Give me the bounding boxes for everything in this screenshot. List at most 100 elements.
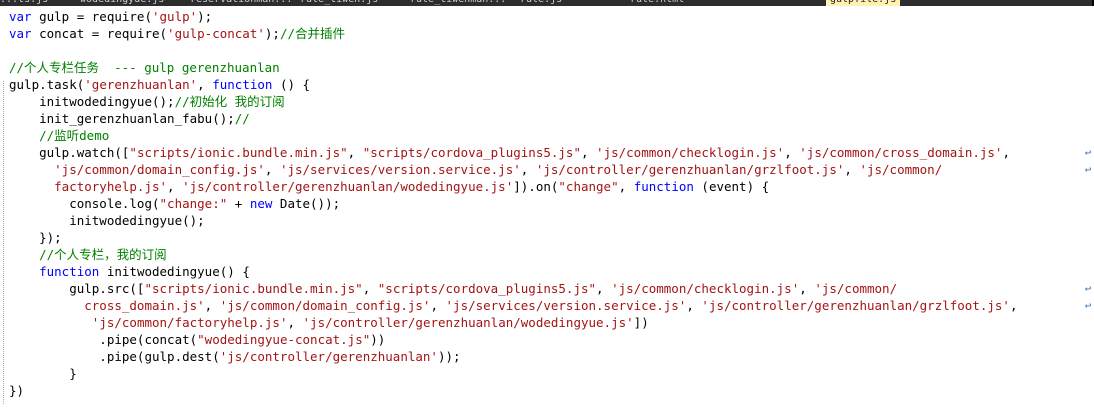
code-token: , bbox=[197, 77, 213, 92]
code-line[interactable]: //监听demo bbox=[9, 127, 109, 144]
code-line[interactable]: init_gerenzhuanlan_fabu();// bbox=[9, 110, 250, 127]
code-token: var bbox=[9, 26, 32, 41]
code-token: , bbox=[204, 298, 220, 313]
code-token: gulp.task( bbox=[9, 77, 85, 92]
code-token: function bbox=[39, 264, 100, 279]
code-line[interactable]: cross_domain.js', 'js/common/domain_conf… bbox=[9, 297, 1018, 314]
code-token: gulp.src([ bbox=[9, 281, 145, 296]
code-line[interactable]: 'js/common/domain_config.js', 'js/servic… bbox=[9, 161, 942, 178]
code-token: , bbox=[580, 145, 597, 160]
code-token: gulp = require( bbox=[31, 9, 152, 24]
code-token: //个人专栏，我的订阅 bbox=[9, 247, 167, 262]
code-token: initwodedingyue() { bbox=[99, 264, 250, 279]
code-line[interactable]: //个人专栏任务 --- gulp gerenzhuanlan bbox=[9, 59, 280, 76]
code-line[interactable]: .pipe(gulp.dest('js/controller/gerenzhua… bbox=[9, 348, 461, 365]
code-token: , bbox=[618, 179, 634, 194]
code-token: 'gerenzhuanlan' bbox=[84, 77, 198, 92]
code-token: 'js/controller/gerenzhuanlan/wodedingyue… bbox=[302, 315, 634, 330]
code-line[interactable]: function initwodedingyue() { bbox=[9, 263, 250, 280]
code-token: 'js/common/domain_config.js' bbox=[219, 298, 431, 313]
code-line[interactable]: factoryhelp.js', 'js/controller/gerenzhu… bbox=[9, 178, 769, 195]
code-token: )); bbox=[437, 349, 461, 364]
code-line[interactable]: //个人专栏，我的订阅 bbox=[9, 246, 167, 263]
code-line[interactable]: var concat = require('gulp-concat');//合并… bbox=[9, 25, 345, 42]
code-token: 'js/common/checklogin.js' bbox=[596, 145, 785, 160]
code-token: ]) bbox=[633, 315, 649, 330]
code-token: "wodedingyue-concat.js" bbox=[197, 332, 371, 347]
word-wrap-icon: ↩ bbox=[1084, 163, 1092, 176]
editor-gutter bbox=[0, 6, 7, 410]
code-token: }); bbox=[9, 230, 62, 245]
code-token: init_gerenzhuanlan_fabu(); bbox=[9, 111, 235, 126]
code-token: , bbox=[596, 281, 612, 296]
code-token: Date()); bbox=[272, 196, 341, 211]
word-wrap-icon: ↩ bbox=[1084, 146, 1092, 159]
code-token: , bbox=[844, 162, 860, 177]
fold-guide-line bbox=[3, 81, 4, 404]
code-line[interactable]: var gulp = require('gulp'); bbox=[9, 8, 212, 25]
code-token: var bbox=[9, 9, 32, 24]
code-token: , bbox=[347, 145, 363, 160]
code-token: cross_domain.js' bbox=[9, 298, 205, 313]
word-wrap-icon: ↩ bbox=[1084, 282, 1092, 295]
code-line[interactable]: gulp.task('gerenzhuanlan', function () { bbox=[9, 76, 310, 93]
code-token: , bbox=[686, 298, 702, 313]
code-line[interactable]: initwodedingyue(); bbox=[9, 212, 204, 229]
code-line[interactable]: }) bbox=[9, 382, 24, 399]
code-token: 'js/controller/gerenzhuanlan/grzlfoot.js… bbox=[701, 298, 1010, 313]
code-token: } bbox=[9, 366, 77, 381]
code-token: , bbox=[520, 162, 536, 177]
code-line[interactable]: console.log("change:" + new Date()); bbox=[9, 195, 340, 212]
code-token: () { bbox=[272, 77, 311, 92]
code-token: ); bbox=[264, 26, 280, 41]
code-token: console.log( bbox=[9, 196, 160, 211]
code-line[interactable]: gulp.watch(["scripts/ionic.bundle.min.js… bbox=[9, 144, 1018, 161]
code-token: ); bbox=[197, 9, 213, 24]
code-token: 'js/services/version.service.js' bbox=[445, 298, 687, 313]
code-token: , bbox=[167, 179, 183, 194]
code-token: //初始化 我的订阅 bbox=[174, 94, 285, 109]
code-token: (event) { bbox=[693, 179, 770, 194]
code-token: )) bbox=[370, 332, 386, 347]
code-token: , bbox=[799, 281, 815, 296]
code-line[interactable]: } bbox=[9, 365, 77, 382]
code-token: , bbox=[1009, 298, 1018, 313]
code-token: }) bbox=[9, 383, 25, 398]
code-token: concat = require( bbox=[31, 26, 168, 41]
code-token: //个人专栏任务 --- gulp gerenzhuanlan bbox=[9, 60, 280, 75]
code-token: 'js/controller/gerenzhuanlan/wodedingyue… bbox=[182, 179, 514, 194]
code-editor[interactable]: var gulp = require('gulp'); var concat = … bbox=[0, 6, 1094, 410]
code-token: 'js/common/ bbox=[814, 281, 898, 296]
code-token: 'js/common/checklogin.js' bbox=[611, 281, 800, 296]
code-token: 'js/controller/gerenzhuanlan' bbox=[219, 349, 438, 364]
code-token: ]).on( bbox=[513, 179, 559, 194]
code-token: "scripts/ionic.bundle.min.js" bbox=[129, 145, 348, 160]
code-line[interactable]: .pipe(concat("wodedingyue-concat.js")) bbox=[9, 331, 385, 348]
word-wrap-icon: ↩ bbox=[1084, 299, 1092, 312]
code-token: 'js/controller/gerenzhuanlan/grzlfoot.js… bbox=[535, 162, 845, 177]
code-token: 'js/common/factoryhelp.js' bbox=[91, 315, 288, 330]
code-token: function bbox=[633, 179, 694, 194]
code-token: "change" bbox=[558, 179, 619, 194]
code-token: 'gulp-concat' bbox=[167, 26, 265, 41]
code-token: .pipe(concat( bbox=[9, 332, 198, 347]
code-line[interactable]: 'js/common/factoryhelp.js', 'js/controll… bbox=[9, 314, 649, 331]
code-token: , bbox=[287, 315, 303, 330]
code-token: "change:" bbox=[159, 196, 228, 211]
code-token: //合并插件 bbox=[279, 26, 346, 41]
code-token: "scripts/ionic.bundle.min.js" bbox=[144, 281, 363, 296]
code-token: "scripts/cordova_plugins5.js" bbox=[362, 145, 581, 160]
code-token: // bbox=[234, 111, 250, 126]
code-line[interactable]: }); bbox=[9, 229, 62, 246]
code-token: function bbox=[212, 77, 273, 92]
code-token: .pipe(gulp.dest( bbox=[9, 349, 220, 364]
code-line[interactable]: initwodedingyue();//初始化 我的订阅 bbox=[9, 93, 285, 110]
code-token: 'js/common/domain_config.js' bbox=[54, 162, 265, 177]
code-line[interactable]: gulp.src(["scripts/ionic.bundle.min.js",… bbox=[9, 280, 897, 297]
code-token: new bbox=[249, 196, 273, 211]
code-token: 'js/services/version.service.js' bbox=[279, 162, 521, 177]
code-token: , bbox=[264, 162, 280, 177]
